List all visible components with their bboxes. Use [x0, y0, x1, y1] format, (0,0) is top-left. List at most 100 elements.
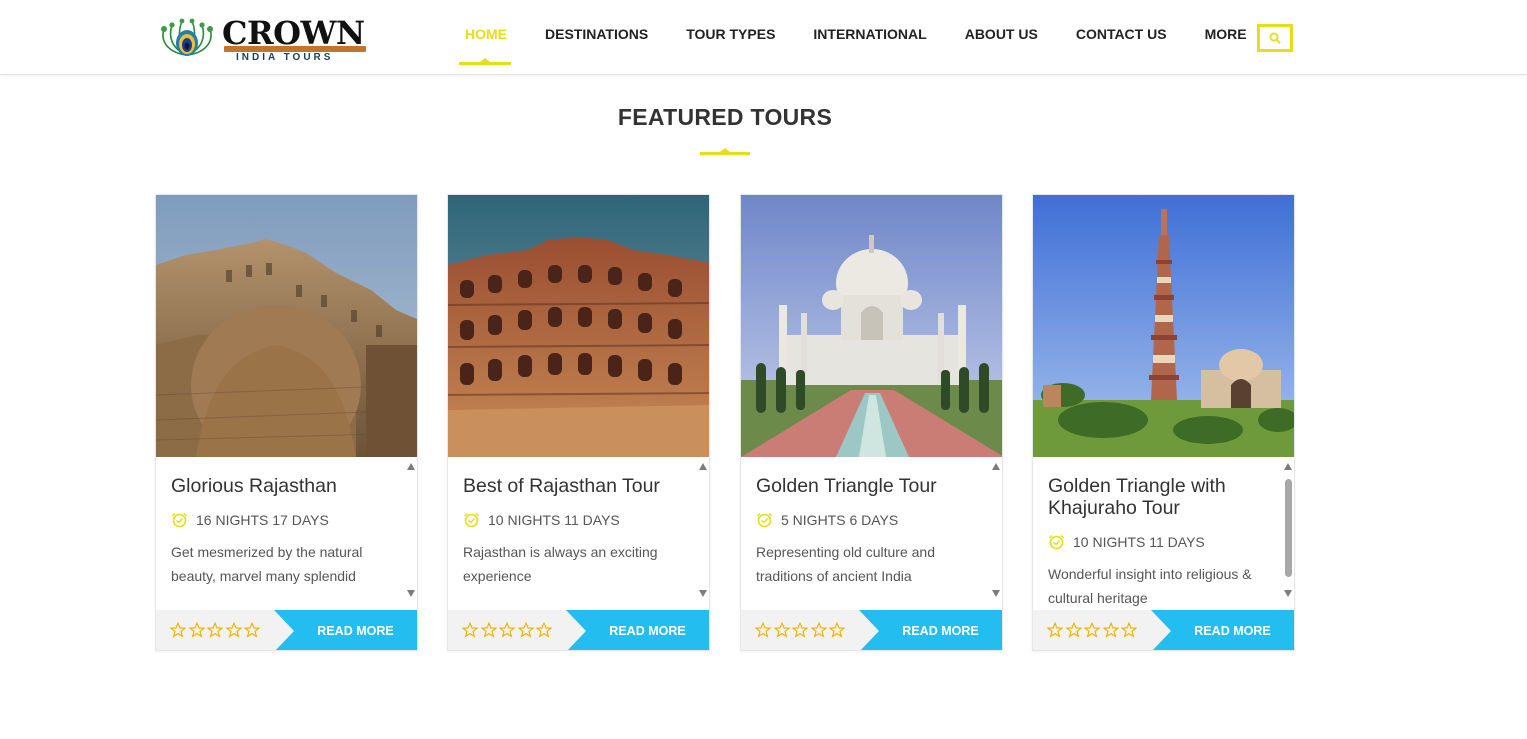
nav-destinations[interactable]: DESTINATIONS: [526, 0, 667, 71]
tour-image-fort[interactable]: [156, 195, 417, 457]
search-button[interactable]: [1257, 24, 1293, 52]
logo-text: CROWN INDIA TOURS: [222, 15, 370, 63]
tour-duration-text: 10 NIGHTS 11 DAYS: [1073, 534, 1205, 550]
tour-card: Glorious Rajasthan 16 NIGHTS 17 DAYS Get…: [155, 194, 418, 651]
nav-home-label: HOME: [465, 25, 507, 42]
tour-card: Best of Rajasthan Tour 10 NIGHTS 11 DAYS…: [447, 194, 710, 651]
tour-card-body: Golden Triangle Tour 5 NIGHTS 6 DAYS Rep…: [741, 457, 1002, 610]
clock-icon: [171, 512, 188, 528]
search-icon: [1269, 32, 1281, 44]
tour-title[interactable]: Golden Triangle Tour: [756, 475, 976, 497]
star-icon: [773, 622, 790, 638]
rating-stars: [462, 622, 552, 638]
tour-image-taj-mahal[interactable]: [741, 195, 1002, 457]
tour-duration-text: 16 NIGHTS 17 DAYS: [196, 512, 329, 528]
nav-about-us-label: ABOUT US: [964, 25, 1038, 42]
tour-card: Golden Triangle with Khajuraho Tour 10 N…: [1032, 194, 1295, 651]
site-header: CROWN INDIA TOURS HOME DESTINATIONS TOUR…: [0, 0, 1527, 75]
scrollbar[interactable]: [698, 459, 709, 599]
nav-international[interactable]: INTERNATIONAL: [794, 0, 945, 71]
star-icon: [536, 622, 552, 638]
nav-more-label: MORE: [1204, 25, 1247, 42]
rating-stars: [755, 622, 845, 638]
star-icon: [499, 622, 515, 638]
scroll-up-arrow[interactable]: [407, 463, 415, 470]
nav-destinations-label: DESTINATIONS: [545, 25, 649, 42]
scroll-up-arrow[interactable]: [992, 463, 1000, 470]
nav-contact-us[interactable]: CONTACT US: [1057, 0, 1186, 71]
brand-logo[interactable]: CROWN INDIA TOURS: [158, 14, 373, 64]
star-icon: [1047, 622, 1063, 638]
tour-duration: 10 NIGHTS 11 DAYS: [463, 512, 620, 528]
clock-icon: [1048, 534, 1065, 550]
nav-contact-us-label: CONTACT US: [1075, 25, 1167, 42]
tour-card: Golden Triangle Tour 5 NIGHTS 6 DAYS Rep…: [740, 194, 1003, 651]
nav-tour-types-label: TOUR TYPES: [686, 25, 776, 42]
nav-more[interactable]: MORE: [1186, 0, 1266, 71]
star-icon: [810, 622, 827, 638]
scroll-up-arrow[interactable]: [1284, 463, 1292, 470]
tour-duration: 16 NIGHTS 17 DAYS: [171, 512, 329, 528]
star-icon: [462, 622, 478, 638]
star-icon: [1065, 622, 1082, 638]
tour-title[interactable]: Best of Rajasthan Tour: [463, 475, 683, 497]
nav-international-label: INTERNATIONAL: [813, 25, 927, 42]
star-icon: [517, 622, 534, 638]
section-title: FEATURED TOURS: [617, 104, 833, 130]
clock-icon: [463, 512, 480, 528]
tour-description: Get mesmerized by the natural beauty, ma…: [171, 544, 363, 584]
main-nav: HOME DESTINATIONS TOUR TYPES INTERNATION…: [459, 0, 1266, 75]
star-icon: [244, 622, 260, 638]
tour-description: Representing old culture and traditions …: [756, 544, 936, 584]
tour-image-qutub-minar[interactable]: [1033, 195, 1294, 457]
star-icon: [792, 622, 808, 638]
clock-icon: [756, 512, 773, 528]
scroll-down-arrow[interactable]: [699, 590, 707, 597]
scrollbar[interactable]: [991, 459, 1002, 599]
scrollbar[interactable]: [406, 459, 417, 599]
tour-card-footer: READ MORE: [741, 610, 1002, 650]
star-icon: [1102, 622, 1119, 638]
brand-tagline: INDIA TOURS: [236, 52, 334, 63]
star-icon: [829, 622, 845, 638]
tour-duration-text: 5 NIGHTS 6 DAYS: [781, 512, 899, 528]
star-icon: [188, 622, 205, 638]
tour-card-footer: READ MORE: [448, 610, 709, 650]
tour-title[interactable]: Golden Triangle with Khajuraho Tour: [1048, 475, 1268, 519]
nav-home[interactable]: HOME: [459, 0, 526, 71]
tour-duration-text: 10 NIGHTS 11 DAYS: [488, 512, 620, 528]
tour-card-footer: READ MORE: [1033, 610, 1294, 650]
tour-card-body: Best of Rajasthan Tour 10 NIGHTS 11 DAYS…: [448, 457, 709, 610]
rating-stars: [1047, 622, 1137, 638]
active-indicator: [459, 58, 511, 65]
scroll-up-arrow[interactable]: [699, 463, 707, 470]
nav-tour-types[interactable]: TOUR TYPES: [667, 0, 794, 71]
tour-card-body: Glorious Rajasthan 16 NIGHTS 17 DAYS Get…: [156, 457, 417, 610]
star-icon: [1084, 622, 1100, 638]
rating-stars: [170, 622, 260, 638]
peacock-feather-icon: [158, 15, 216, 63]
tour-title[interactable]: Glorious Rajasthan: [171, 475, 391, 497]
star-icon: [480, 622, 497, 638]
star-icon: [170, 622, 186, 638]
scroll-down-arrow[interactable]: [1284, 590, 1292, 597]
tour-duration: 5 NIGHTS 6 DAYS: [756, 512, 898, 528]
tour-image-palace[interactable]: [448, 195, 709, 457]
title-divider: [700, 148, 750, 155]
tour-card-body: Golden Triangle with Khajuraho Tour 10 N…: [1033, 457, 1294, 610]
scrollbar-thumb[interactable]: [1285, 479, 1292, 577]
read-more-button[interactable]: READ MORE: [274, 610, 417, 650]
read-more-button[interactable]: READ MORE: [859, 610, 1002, 650]
read-more-button[interactable]: READ MORE: [1151, 610, 1294, 650]
tour-card-footer: READ MORE: [156, 610, 417, 650]
scroll-down-arrow[interactable]: [992, 590, 1000, 597]
nav-about-us[interactable]: ABOUT US: [946, 0, 1057, 71]
scroll-down-arrow[interactable]: [407, 590, 415, 597]
tour-description: Rajasthan is always an exciting experien…: [463, 544, 658, 584]
tour-description: Wonderful insight into religious & cultu…: [1048, 566, 1252, 606]
read-more-button[interactable]: READ MORE: [566, 610, 709, 650]
star-icon: [225, 622, 242, 638]
star-icon: [207, 622, 223, 638]
star-icon: [1121, 622, 1137, 638]
scrollbar[interactable]: [1283, 459, 1294, 599]
